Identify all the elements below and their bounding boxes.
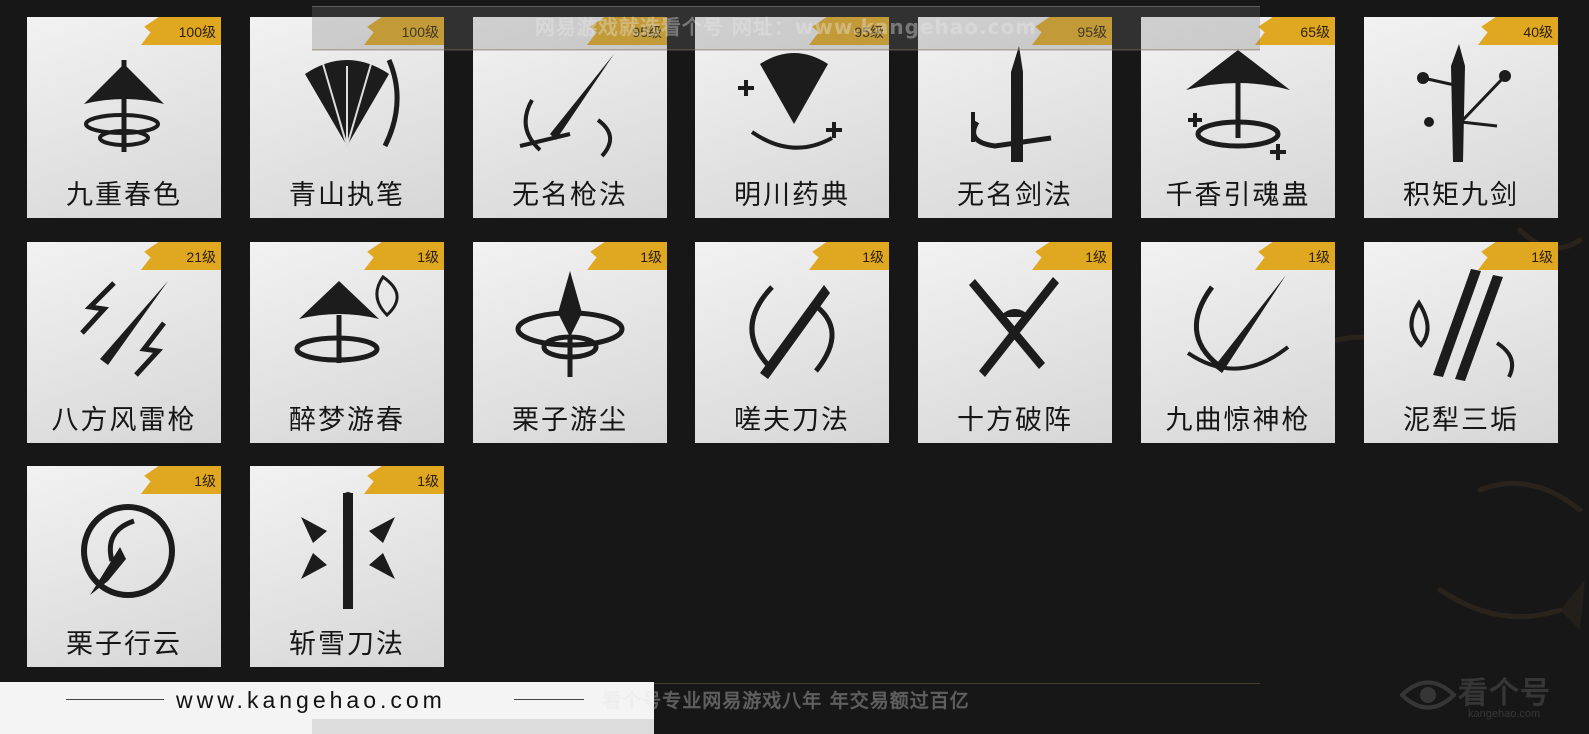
level-text: 1级 (1308, 249, 1330, 265)
divider (654, 683, 1260, 684)
skill-name: 八方风雷枪 (51, 405, 197, 436)
level-text: 1级 (862, 249, 884, 265)
spear-orbit-icon (1186, 275, 1290, 373)
level-badge: 1级 (364, 242, 444, 270)
watermark-bottom: 看个号专业网易游戏八年 年交易额过百亿 (602, 690, 970, 712)
hat-butterfly-icon (294, 274, 399, 363)
level-text: 40级 (1523, 24, 1553, 40)
level-badge: 100级 (141, 17, 221, 45)
skill-card[interactable]: 1级泥犁三垢 (1364, 242, 1558, 443)
skill-name: 栗子行云 (66, 629, 182, 660)
level-badge: 1级 (1478, 242, 1558, 270)
level-badge: 1级 (141, 466, 221, 494)
skill-name: 青山执笔 (289, 180, 405, 211)
level-text: 1级 (1531, 249, 1553, 265)
blade-circle-icon (749, 285, 835, 379)
skill-card[interactable]: 1级九曲惊神枪 (1141, 242, 1335, 443)
level-badge: 65级 (1255, 17, 1335, 45)
skill-name: 九重春色 (66, 180, 182, 211)
eye-logo-icon (1400, 680, 1456, 710)
level-badge: 1级 (1032, 242, 1112, 270)
footer-line-left (66, 699, 164, 700)
skill-card[interactable]: 21级八方风雷枪 (27, 242, 221, 443)
folding-fan-icon (305, 59, 400, 148)
crossed-blades-icon (969, 277, 1059, 377)
skill-name: 十方破阵 (957, 405, 1073, 436)
level-badge: 40级 (1478, 17, 1558, 45)
straw-hat-vortex-icon (84, 60, 164, 152)
skill-name: 斩雪刀法 (289, 629, 405, 660)
skill-card[interactable]: 1级栗子游尘 (473, 242, 667, 443)
saber-snowflake-icon (301, 492, 395, 609)
divider (312, 49, 1260, 50)
level-badge: 1级 (364, 466, 444, 494)
skill-card[interactable]: 1级嗟夫刀法 (695, 242, 889, 443)
level-text: 1级 (640, 249, 662, 265)
sword-constellation-icon (1417, 44, 1511, 162)
skill-name: 醉梦游春 (289, 405, 405, 436)
level-text: 1级 (417, 473, 439, 489)
level-text: 1级 (417, 249, 439, 265)
lightning-spear-icon (80, 281, 168, 377)
watermark-top: 网易游戏就选看个号 网址：www.kangehao.com (312, 6, 1260, 51)
level-badge: 1级 (587, 242, 667, 270)
footer-gray-strip (312, 719, 654, 734)
logo-text: 看个号 (1458, 676, 1551, 711)
spiral-spike-icon (515, 271, 625, 377)
triple-claw-icon (1409, 269, 1514, 381)
skill-card[interactable]: 1级醉梦游春 (250, 242, 444, 443)
skill-card[interactable]: 1级十方破阵 (918, 242, 1112, 443)
level-text: 21级 (186, 249, 216, 265)
level-text: 1级 (194, 473, 216, 489)
skill-name: 积矩九剑 (1403, 180, 1519, 211)
umbrella-heal-icon (1186, 50, 1290, 160)
skill-card[interactable]: 1级斩雪刀法 (250, 466, 444, 667)
level-badge: 1级 (1255, 242, 1335, 270)
skill-name: 千香引魂蛊 (1165, 180, 1311, 211)
fan-heal-icon (738, 53, 842, 150)
dart-swirl-icon (81, 504, 175, 598)
brand-logo: 看个号 kangehao.com (1400, 664, 1589, 734)
level-text: 100级 (178, 24, 216, 40)
skill-name: 嗟夫刀法 (734, 405, 850, 436)
skill-name: 栗子游尘 (512, 405, 628, 436)
skill-grid: 100级 九重春色 100级 青山执笔 95级 无名枪法 95级 明川药典 95级 无名剑法 65级… (0, 0, 1589, 734)
sword-ring-icon (971, 46, 1052, 162)
level-text: 1级 (1085, 249, 1107, 265)
skill-card[interactable]: 100级九重春色 (27, 17, 221, 218)
logo-subtext: kangehao.com (1468, 708, 1541, 720)
skill-name: 泥犁三垢 (1403, 405, 1519, 436)
skill-name: 明川药典 (734, 180, 850, 211)
skill-card[interactable]: 1级栗子行云 (27, 466, 221, 667)
skill-name: 九曲惊神枪 (1165, 405, 1311, 436)
skill-name: 无名枪法 (512, 180, 628, 211)
level-text: 65级 (1300, 24, 1330, 40)
level-badge: 1级 (809, 242, 889, 270)
spear-slash-icon (519, 54, 614, 158)
skill-card[interactable]: 40级积矩九剑 (1364, 17, 1558, 218)
skill-name: 无名剑法 (957, 180, 1073, 211)
level-badge: 21级 (141, 242, 221, 270)
